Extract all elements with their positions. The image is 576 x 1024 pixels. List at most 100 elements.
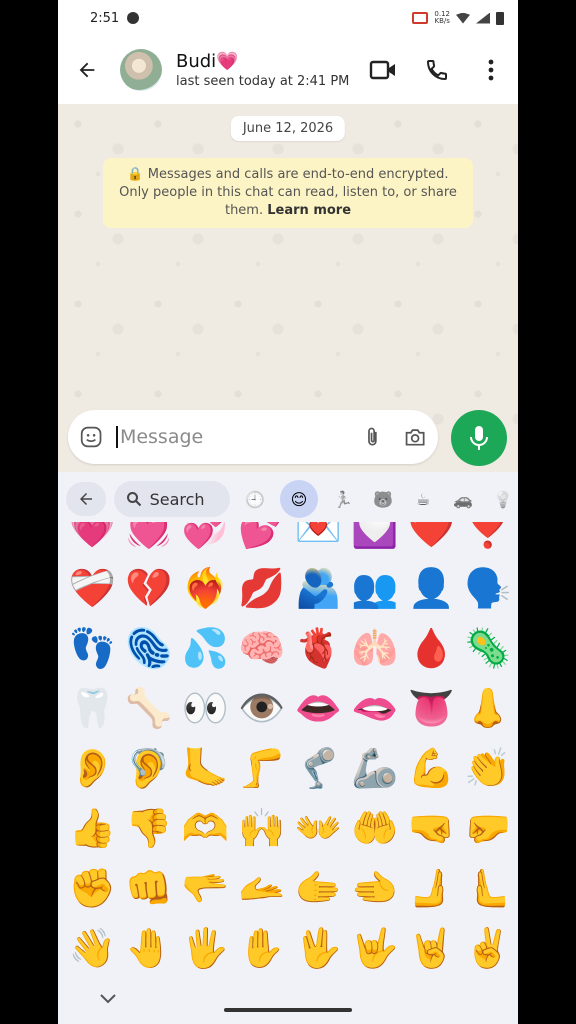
emoji-key[interactable]: 👋 xyxy=(64,924,121,978)
emoji-key[interactable]: 🖐️ xyxy=(177,924,234,978)
emoji-key[interactable]: 🦵 xyxy=(234,744,291,798)
emoji-category-recent[interactable]: 🕘 xyxy=(240,484,270,514)
emoji-key[interactable]: 🫳 xyxy=(177,864,234,918)
emoji-key[interactable]: 🫸 xyxy=(403,864,460,918)
emoji-key[interactable]: 🩸 xyxy=(403,624,460,678)
emoji-key[interactable]: 💪 xyxy=(403,744,460,798)
emoji-key[interactable]: ✊ xyxy=(64,864,121,918)
emoji-key[interactable]: 💟 xyxy=(347,522,404,558)
chevron-down-icon[interactable] xyxy=(98,992,118,1006)
emoji-key[interactable]: 👄 xyxy=(290,684,347,738)
emoji-key[interactable]: 🤟 xyxy=(347,924,404,978)
keyboard-back-button[interactable] xyxy=(66,482,106,516)
arrow-left-icon xyxy=(79,62,95,78)
emoji-key[interactable]: 🤚 xyxy=(121,924,178,978)
emoji-key[interactable]: 🦻 xyxy=(121,744,178,798)
emoji-key[interactable]: 🤛 xyxy=(460,804,517,858)
emoji-category-travel[interactable]: 🚗 xyxy=(448,484,478,514)
emoji-key[interactable]: 🦶 xyxy=(177,744,234,798)
emoji-key[interactable]: 🫁 xyxy=(347,624,404,678)
emoji-key[interactable]: 🫱 xyxy=(290,864,347,918)
emoji-key[interactable]: 🖖 xyxy=(290,924,347,978)
attach-icon[interactable] xyxy=(363,424,382,450)
emoji-key[interactable]: ✌️ xyxy=(460,924,517,978)
camera-icon[interactable] xyxy=(404,426,426,448)
voice-call-button[interactable] xyxy=(422,55,452,85)
emoji-category-food[interactable]: ☕ xyxy=(408,484,438,514)
emoji-search-button[interactable]: Search xyxy=(113,481,230,517)
emoji-key[interactable]: 👂 xyxy=(64,744,121,798)
emoji-category-objects[interactable]: 💡 xyxy=(488,484,518,514)
back-button[interactable] xyxy=(72,55,102,85)
emoji-key[interactable]: 🦷 xyxy=(64,684,121,738)
emoji-key[interactable]: 🫀 xyxy=(290,624,347,678)
emoji-key[interactable]: 👊 xyxy=(121,864,178,918)
emoji-key[interactable]: 🦾 xyxy=(347,744,404,798)
more-options-button[interactable] xyxy=(476,55,506,85)
emoji-row: 👍 👎 🫶 🙌 👐 🤲 🤜 🤛 xyxy=(64,804,516,858)
dnd-icon xyxy=(127,12,140,24)
emoji-key[interactable]: 💗 xyxy=(64,522,121,558)
emoji-key[interactable]: 🤲 xyxy=(347,804,404,858)
emoji-key[interactable]: 💞 xyxy=(177,522,234,558)
emoji-key[interactable]: 👐 xyxy=(290,804,347,858)
emoji-key[interactable]: 👤 xyxy=(403,564,460,618)
message-composer xyxy=(68,410,438,464)
emoji-key[interactable]: 🧠 xyxy=(234,624,291,678)
emoji-key[interactable]: 👣 xyxy=(64,624,121,678)
chat-header: Budi💗 last seen today at 2:41 PM xyxy=(58,36,518,104)
emoji-key[interactable]: 🫷 xyxy=(460,864,517,918)
emoji-key[interactable]: 🫲 xyxy=(347,864,404,918)
emoji-key[interactable]: 🫂 xyxy=(290,564,347,618)
emoji-key[interactable]: 👁️ xyxy=(234,684,291,738)
emoji-category-smileys[interactable]: 😊 xyxy=(280,480,318,518)
emoji-key[interactable]: 💓 xyxy=(121,522,178,558)
emoji-key[interactable]: ❣️ xyxy=(460,522,517,558)
contact-info[interactable]: Budi💗 last seen today at 2:41 PM xyxy=(176,51,349,89)
emoji-key[interactable]: 💕 xyxy=(234,522,291,558)
emoji-row: 💗 💓 💞 💕 💌 💟 ❤️ ❣️ xyxy=(64,522,516,558)
emoji-key[interactable]: 🫆 xyxy=(121,624,178,678)
message-input[interactable] xyxy=(119,426,363,448)
sticker-icon[interactable] xyxy=(80,424,102,450)
emoji-key[interactable]: 🦿 xyxy=(290,744,347,798)
last-seen: last seen today at 2:41 PM xyxy=(176,74,350,89)
emoji-key[interactable]: 🙌 xyxy=(234,804,291,858)
encryption-notice[interactable]: 🔒 Messages and calls are end-to-end encr… xyxy=(103,158,473,228)
emoji-grid: 💗 💓 💞 💕 💌 💟 ❤️ ❣️ ❤️‍🩹 💔 ❤️‍🔥 💋 🫂 👥 👤 🗣️ 👣 🫆 💦 🧠 🫀 🫁 🩸 🦠 🦷 🦴 👀 👁️ 👄 🫦… xyxy=(58,522,518,982)
emoji-key[interactable]: 💔 xyxy=(121,564,178,618)
emoji-key[interactable]: ❤️‍🩹 xyxy=(64,564,121,618)
emoji-key[interactable]: 💋 xyxy=(234,564,291,618)
voice-message-button[interactable] xyxy=(451,410,507,466)
emoji-key[interactable]: ✋ xyxy=(234,924,291,978)
emoji-key[interactable]: 👎 xyxy=(121,804,178,858)
emoji-key[interactable]: 🤘 xyxy=(403,924,460,978)
emoji-key[interactable]: 👅 xyxy=(403,684,460,738)
emoji-key[interactable]: 👃 xyxy=(460,684,517,738)
video-call-button[interactable] xyxy=(368,55,398,85)
emoji-key[interactable]: 🦴 xyxy=(121,684,178,738)
emoji-key[interactable]: 👏 xyxy=(460,744,517,798)
emoji-key[interactable]: ❤️‍🔥 xyxy=(177,564,234,618)
emoji-key[interactable]: 🫴 xyxy=(234,864,291,918)
emoji-key[interactable]: 💦 xyxy=(177,624,234,678)
status-time: 2:51 xyxy=(90,10,120,26)
emoji-key[interactable]: ❤️ xyxy=(403,522,460,558)
emoji-key[interactable]: 👥 xyxy=(347,564,404,618)
emoji-key[interactable]: 👀 xyxy=(177,684,234,738)
emoji-category-people[interactable]: 🏃 xyxy=(328,484,358,514)
emoji-category-animals[interactable]: 🐻 xyxy=(368,484,398,514)
learn-more-link[interactable]: Learn more xyxy=(267,203,351,218)
avatar[interactable] xyxy=(120,49,162,91)
emoji-key[interactable]: 👍 xyxy=(64,804,121,858)
status-bar: 2:51 0.12 KB/s xyxy=(58,0,518,36)
emoji-key[interactable]: 💌 xyxy=(290,522,347,558)
emoji-key[interactable]: 🗣️ xyxy=(460,564,517,618)
network-speed-unit: KB/s xyxy=(434,17,450,25)
emoji-key[interactable]: 🫦 xyxy=(347,684,404,738)
emoji-row: ✊ 👊 🫳 🫴 🫱 🫲 🫸 🫷 xyxy=(64,864,516,918)
emoji-key[interactable]: 🦠 xyxy=(460,624,517,678)
emoji-row: 👂 🦻 🦶 🦵 🦿 🦾 💪 👏 xyxy=(64,744,516,798)
emoji-key[interactable]: 🫶 xyxy=(177,804,234,858)
emoji-key[interactable]: 🤜 xyxy=(403,804,460,858)
